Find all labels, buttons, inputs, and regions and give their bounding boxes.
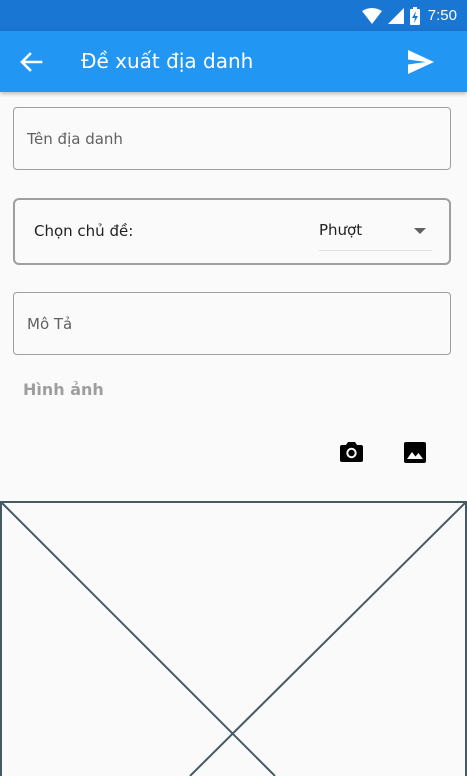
back-button[interactable] (16, 48, 46, 76)
topic-selected-value: Phượt (319, 221, 363, 239)
page-title: Đề xuất địa danh (81, 49, 254, 73)
description-input[interactable] (14, 293, 450, 354)
arrow-back-icon (20, 52, 43, 72)
description-field (13, 292, 451, 355)
topic-dropdown[interactable]: Phượt (319, 215, 432, 251)
status-bar: 7:50 (0, 0, 467, 31)
topic-label: Chọn chủ đề: (34, 222, 134, 240)
app-bar: Đề xuất địa danh (0, 31, 467, 92)
camera-button[interactable] (338, 439, 365, 465)
place-name-input[interactable] (14, 108, 450, 169)
place-name-field (13, 107, 451, 170)
gallery-button[interactable] (402, 439, 428, 465)
placeholder-cross-graphic (0, 501, 467, 776)
image-icon (404, 442, 426, 463)
wifi-icon (361, 7, 382, 24)
images-section-label: Hình ảnh (23, 380, 104, 399)
dropdown-arrow-icon (414, 228, 426, 234)
send-button[interactable] (407, 49, 435, 75)
signal-icon (387, 7, 404, 24)
send-icon (408, 50, 434, 74)
status-time: 7:50 (427, 7, 457, 24)
image-placeholder (0, 501, 467, 776)
topic-selector-card: Chọn chủ đề: Phượt (13, 198, 451, 265)
status-icons: 7:50 (361, 0, 457, 31)
camera-icon (340, 442, 363, 462)
battery-charging-icon (409, 6, 420, 25)
